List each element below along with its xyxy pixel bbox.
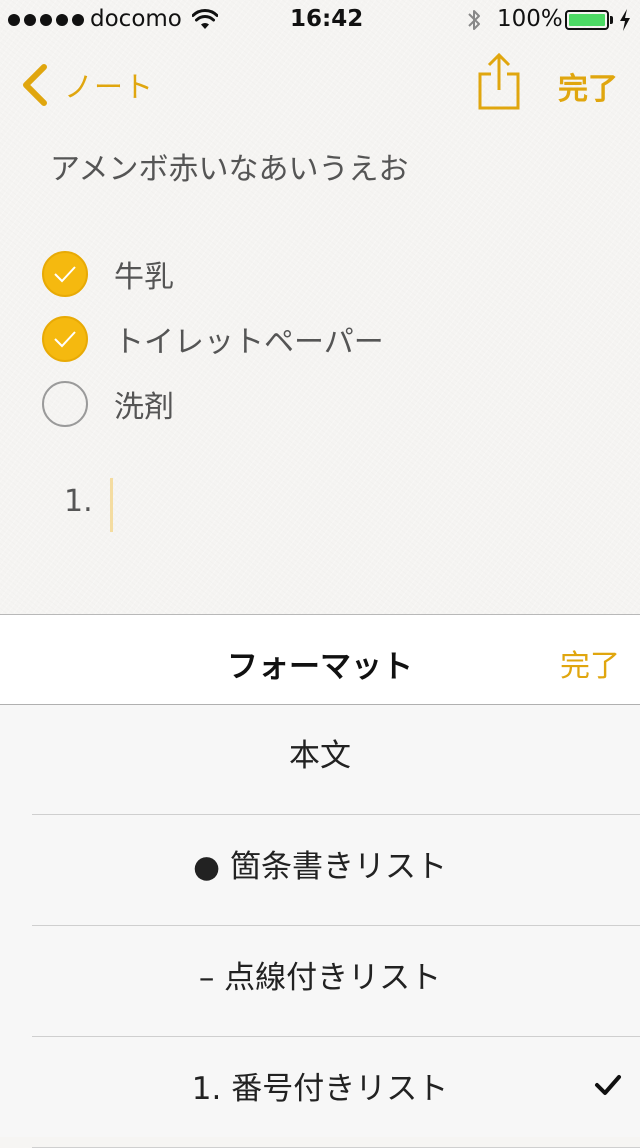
checkmark-icon [595,1075,621,1095]
share-icon[interactable] [474,52,524,112]
bluetooth-icon [468,10,480,30]
format-option-label: 本文 [289,738,351,774]
back-button[interactable]: ノート [18,60,154,110]
format-option-label: ● 箇条書きリスト [193,849,447,885]
battery-percentage: 100% [497,6,563,32]
format-option-body[interactable]: 本文 [0,704,640,815]
format-header: フォーマット 完了 [0,615,640,705]
checkbox-unchecked-icon[interactable] [42,381,88,427]
back-label: ノート [64,70,155,104]
numbered-list-marker: 1. [64,484,93,519]
carrier-name: docomo [90,6,182,32]
format-done-button[interactable]: 完了 [560,641,620,685]
chevron-left-icon [23,64,47,106]
format-option-dashed-list[interactable]: – 点線付きリスト [0,926,640,1037]
checklist-item[interactable]: 洗剤 [42,378,174,430]
checklist-item[interactable]: トイレットペーパー [42,313,384,365]
charging-bolt-icon [620,9,630,31]
format-panel: フォーマット 完了 本文 ● 箇条書きリスト – 点線付きリスト 1. 番号付き… [0,614,640,1148]
checklist-item[interactable]: 牛乳 [42,248,174,300]
signal-strength-icon [8,14,84,26]
checklist-item-label: 洗剤 [114,390,174,425]
format-option-label: – 点線付きリスト [198,960,442,996]
format-option-label: 1. 番号付きリスト [191,1071,449,1107]
battery-icon [565,10,609,30]
battery-tip [610,16,613,24]
format-option-numbered-list[interactable]: 1. 番号付きリスト [0,1037,640,1148]
checkbox-checked-icon[interactable] [42,251,88,297]
checklist-item-label: 牛乳 [114,260,174,295]
format-title: フォーマット [227,649,413,685]
text-cursor [110,478,113,532]
status-bar: docomo 16:42 100% [0,0,640,40]
checklist-item-label: トイレットペーパー [114,325,384,360]
clock: 16:42 [290,6,364,32]
checkbox-checked-icon[interactable] [42,316,88,362]
note-title[interactable]: アメンボ赤いなあいうえお [50,144,409,188]
format-option-bulleted-list[interactable]: ● 箇条書きリスト [0,815,640,926]
wifi-icon [192,9,218,29]
done-button[interactable]: 完了 [558,64,618,108]
